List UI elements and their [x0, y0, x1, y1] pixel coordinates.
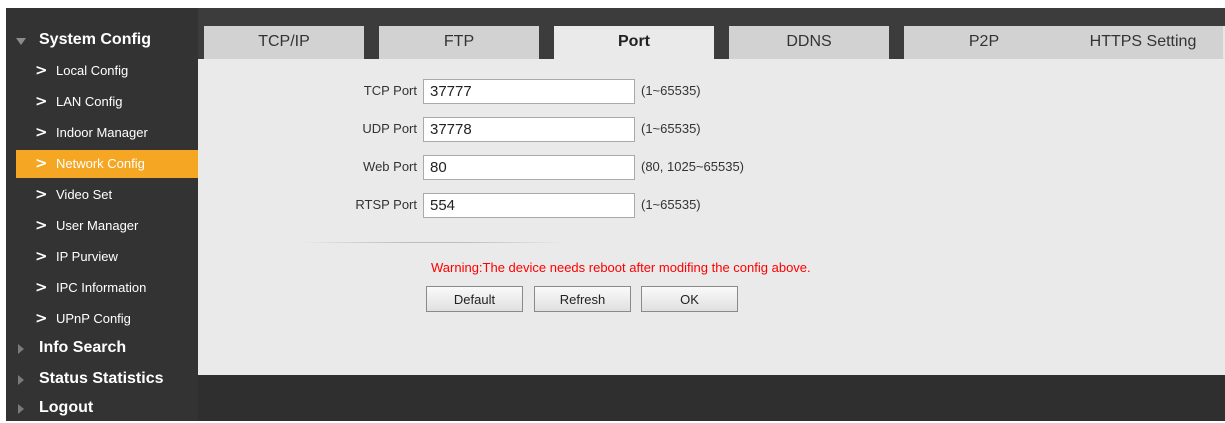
collapsed-triangle-icon	[18, 404, 24, 414]
port-settings-form: TCP Port (1~65535) UDP Port (1~65535) We…	[198, 59, 1225, 375]
tcp-port-input[interactable]	[423, 79, 635, 104]
web-port-input[interactable]	[423, 155, 635, 180]
chevron-right-icon: >	[35, 309, 48, 327]
chevron-right-icon: >	[35, 278, 48, 296]
sidebar-item-label: Indoor Manager	[56, 125, 148, 140]
rtsp-port-input[interactable]	[423, 193, 635, 218]
reboot-warning: Warning:The device needs reboot after mo…	[431, 260, 811, 275]
footer-bar	[198, 375, 1225, 421]
refresh-button[interactable]: Refresh	[534, 286, 631, 312]
sidebar-item-ip-purview[interactable]: > IP Purview	[16, 243, 198, 271]
sidebar-item-user-manager[interactable]: > User Manager	[16, 212, 198, 240]
sidebar-item-label: LAN Config	[56, 94, 123, 109]
udp-port-label: UDP Port	[362, 121, 417, 136]
tab-separator	[539, 26, 554, 59]
sidebar-item-local-config[interactable]: > Local Config	[16, 57, 198, 85]
sidebar-item-label: Local Config	[56, 63, 129, 78]
app-window: System Config > Local Config > LAN Confi…	[6, 8, 1225, 421]
udp-port-range: (1~65535)	[641, 121, 701, 136]
tab-separator	[714, 26, 729, 59]
section-label: System Config	[39, 31, 152, 48]
tab-ddns[interactable]: DDNS	[729, 26, 889, 59]
sidebar-item-label: IP Purview	[56, 249, 118, 264]
tab-p2p[interactable]: P2P	[904, 26, 1064, 59]
tab-https-setting[interactable]: HTTPS Setting	[1063, 26, 1223, 59]
sidebar-item-indoor-manager[interactable]: > Indoor Manager	[16, 119, 198, 147]
sidebar-item-ipc-information[interactable]: > IPC Information	[16, 274, 198, 302]
section-system-config[interactable]: System Config	[6, 25, 198, 55]
sidebar-item-label: Video Set	[56, 187, 113, 202]
page-frame: System Config > Local Config > LAN Confi…	[0, 0, 1225, 421]
chevron-right-icon: >	[35, 247, 48, 265]
form-divider	[298, 242, 568, 243]
web-port-label: Web Port	[363, 159, 417, 174]
tab-separator	[889, 26, 904, 59]
chevron-right-icon: >	[35, 154, 48, 172]
section-info-search[interactable]: Info Search	[6, 333, 198, 363]
chevron-right-icon: >	[35, 61, 48, 79]
udp-port-input[interactable]	[423, 117, 635, 142]
tab-ftp[interactable]: FTP	[379, 26, 539, 59]
sidebar-item-video-set[interactable]: > Video Set	[16, 181, 198, 209]
chevron-right-icon: >	[35, 216, 48, 234]
tcp-port-label: TCP Port	[363, 83, 417, 98]
sidebar-item-upnp-config[interactable]: > UPnP Config	[16, 305, 198, 333]
main-panel: TCP/IP FTP Port DDNS P2P HTTPS Setting T…	[198, 8, 1225, 375]
tab-port[interactable]: Port	[554, 26, 714, 59]
rtsp-port-range: (1~65535)	[641, 197, 701, 212]
sidebar-item-label: IPC Information	[56, 280, 147, 295]
sidebar-item-lan-config[interactable]: > LAN Config	[16, 88, 198, 116]
chevron-right-icon: >	[35, 185, 48, 203]
tab-separator	[364, 26, 379, 59]
sidebar-item-label: Network Config	[56, 156, 145, 171]
tcp-port-range: (1~65535)	[641, 83, 701, 98]
sidebar-item-label: UPnP Config	[56, 311, 131, 326]
chevron-right-icon: >	[35, 92, 48, 110]
rtsp-port-label: RTSP Port	[355, 197, 417, 212]
section-logout[interactable]: Logout	[6, 393, 198, 423]
tab-tcp-ip[interactable]: TCP/IP	[204, 26, 364, 59]
web-port-range: (80, 1025~65535)	[641, 159, 745, 174]
expanded-triangle-icon	[16, 38, 26, 45]
sidebar: System Config > Local Config > LAN Confi…	[6, 8, 198, 421]
section-status-statistics[interactable]: Status Statistics	[6, 364, 198, 394]
sidebar-item-label: User Manager	[56, 218, 139, 233]
tab-bar-strip	[198, 8, 1225, 26]
default-button[interactable]: Default	[426, 286, 523, 312]
sidebar-item-network-config[interactable]: > Network Config	[16, 150, 198, 178]
ok-button[interactable]: OK	[641, 286, 738, 312]
section-label: Logout	[39, 399, 94, 416]
chevron-right-icon: >	[35, 123, 48, 141]
section-label: Status Statistics	[39, 370, 164, 387]
section-label: Info Search	[39, 339, 127, 356]
collapsed-triangle-icon	[18, 344, 24, 354]
collapsed-triangle-icon	[18, 375, 24, 385]
